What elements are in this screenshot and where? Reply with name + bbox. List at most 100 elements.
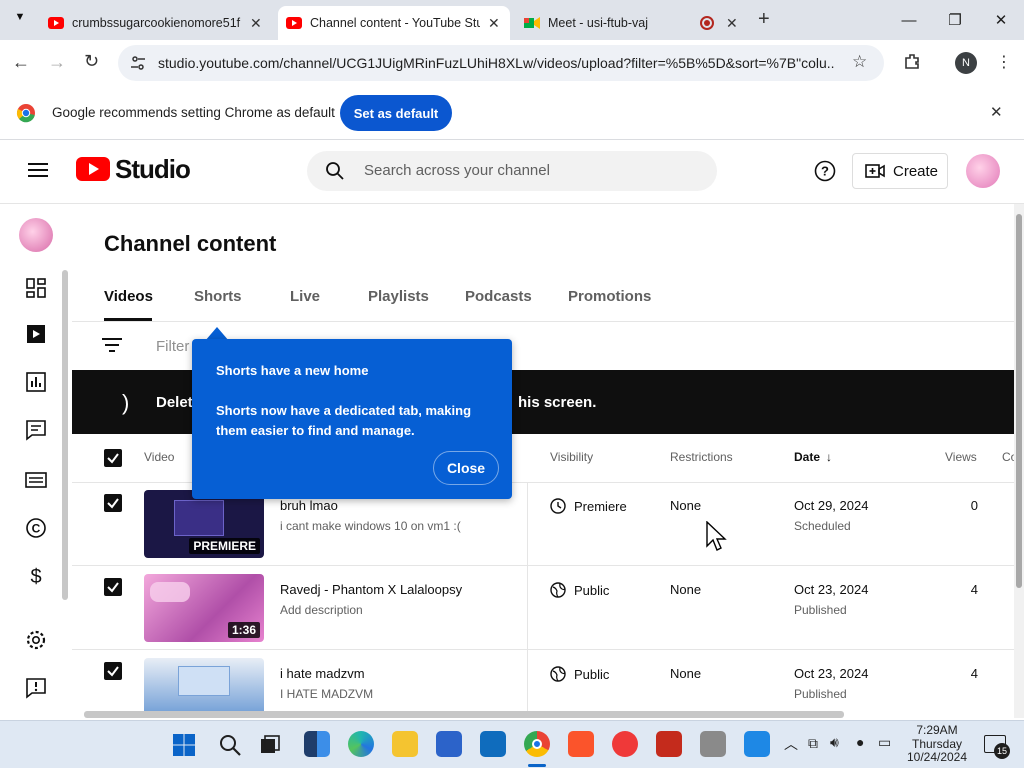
youtube-logo-icon[interactable] [76,157,110,181]
dashboard-icon[interactable] [24,276,48,300]
tab-meet[interactable]: Meet - usi-ftub-vaj ✕ [516,6,748,40]
forward-arrow-icon[interactable]: → [48,52,66,73]
network-icon[interactable]: ▭ [878,734,891,751]
file-explorer-icon[interactable] [392,731,418,757]
status-cell: Scheduled [794,519,851,533]
horizontal-scrollbar[interactable] [84,711,844,718]
search-input[interactable]: Search across your channel [364,162,550,179]
thumbnail-art [150,582,190,602]
set-as-default-button[interactable]: Set as default [340,95,452,131]
tab-playlists[interactable]: Playlists [368,288,429,305]
brave-browser-icon[interactable] [568,731,594,757]
taskbar-search-icon[interactable] [218,733,242,757]
address-bar[interactable]: studio.youtube.com/channel/UCG1JUigMRinF… [118,45,884,81]
reload-icon[interactable]: ↻ [84,51,99,72]
tab-gmail[interactable]: crumbssugarcookienomore51f ✕ [40,6,272,40]
page-scrollbar-thumb[interactable] [1016,214,1022,588]
tab-title: crumbssugarcookienomore51f [72,16,241,30]
minimize-icon[interactable]: — [886,0,932,40]
video-title[interactable]: bruh lmao [280,498,338,513]
news-app-icon[interactable] [656,731,682,757]
microphone-tray-icon[interactable]: ● [856,734,864,750]
site-info-icon[interactable] [130,55,146,71]
restrictions-cell: None [670,498,702,513]
help-icon[interactable]: ? [814,160,836,182]
views-cell: 4 [970,582,978,597]
tab-podcasts[interactable]: Podcasts [465,288,532,305]
active-app-indicator [528,764,546,767]
row-checkbox[interactable] [104,578,122,596]
tab-close-icon[interactable]: ✕ [726,15,738,32]
earn-dollar-icon[interactable]: $ [24,564,48,588]
microphone-app-icon[interactable] [700,731,726,757]
tooltip-title: Shorts have a new home [216,363,369,378]
copyright-icon[interactable]: C [24,516,48,540]
maximize-icon[interactable]: ❐ [932,0,978,40]
visibility-cell[interactable]: Public [550,666,609,682]
new-tab-plus-icon[interactable]: + [758,8,770,31]
microsoft-store-icon[interactable] [436,731,462,757]
row-checkbox[interactable] [104,662,122,680]
video-description: i cant make windows 10 on vm1 :( [280,519,461,533]
tray-chevron-up-icon[interactable]: ︿ [784,734,798,754]
bookmark-star-icon[interactable]: ☆ [852,52,867,72]
channel-avatar[interactable] [966,154,1000,188]
video-title[interactable]: Ravedj - Phantom X Lalaloopsy [280,582,462,597]
create-button[interactable]: Create [852,153,948,189]
edge-browser-icon[interactable] [348,731,374,757]
task-view-icon[interactable] [258,733,282,757]
tab-videos[interactable]: Videos [104,288,153,305]
col-comments: Co [1002,450,1014,464]
notifications-icon[interactable]: 15 [984,735,1010,759]
comments-icon[interactable] [24,418,48,442]
subtitles-icon[interactable] [24,468,48,492]
select-all-checkbox[interactable] [104,449,122,467]
chrome-menu-icon[interactable]: ⋮ [996,52,1012,72]
search-bar[interactable]: Search across your channel [307,151,717,191]
meet-favicon-icon [524,17,540,29]
video-thumbnail[interactable]: 1:36 [144,574,264,642]
rail-scrollbar[interactable] [62,270,68,600]
windows-start-icon[interactable] [172,733,196,757]
hamburger-menu-icon[interactable] [28,162,48,178]
back-arrow-icon[interactable]: ← [12,52,30,73]
tooltip-close-button[interactable]: Close [433,451,499,485]
col-date[interactable]: Date ↓ [794,450,832,464]
feedback-icon[interactable] [24,676,48,700]
vivaldi-browser-icon[interactable] [612,731,638,757]
video-thumbnail[interactable] [144,658,264,718]
tab-close-icon[interactable]: ✕ [488,15,500,32]
filter-icon[interactable] [102,337,122,353]
video-thumbnail[interactable]: PREMIERE [144,490,264,558]
table-row[interactable]: 1:36 Ravedj - Phantom X Lalaloopsy Add d… [72,566,1014,650]
content-icon[interactable] [24,322,48,346]
tab-shorts[interactable]: Shorts [194,288,242,305]
browser-tab-strip: ▼ crumbssugarcookienomore51f ✕ Channel c… [0,0,1024,40]
tab-channel-content[interactable]: Channel content - YouTube Stu ✕ [278,6,510,40]
chrome-taskbar-icon[interactable] [524,731,550,757]
outlook-icon[interactable] [480,731,506,757]
profile-avatar[interactable]: N [955,52,977,74]
settings-gear-icon[interactable] [24,628,48,652]
extensions-puzzle-icon[interactable] [902,52,922,72]
row-checkbox[interactable] [104,494,122,512]
video-title[interactable]: i hate madzvm [280,666,365,681]
tray-app-icon[interactable]: ⧉ [808,735,818,752]
infobar-close-icon[interactable]: ✕ [990,103,1003,121]
analytics-icon[interactable] [24,370,48,394]
visibility-cell[interactable]: Premiere [550,498,627,514]
tab-search-chevron-icon[interactable]: ▼ [10,11,30,29]
shorts-tooltip: Shorts have a new home Shorts now have a… [192,339,512,499]
clock-area[interactable]: 7:29AM Thursday 10/24/2024 [902,723,972,765]
tab-live[interactable]: Live [290,288,320,305]
tab-close-icon[interactable]: ✕ [250,15,262,32]
filter-input[interactable]: Filter [156,338,189,355]
window-close-icon[interactable]: ✕ [978,0,1024,40]
table-row[interactable]: i hate madzvm I HATE MADZVM Public None … [72,650,1014,718]
volume-icon[interactable]: 🔊︎ [830,734,839,751]
widgets-icon[interactable] [304,731,330,757]
virtual-machine-icon[interactable] [744,731,770,757]
tab-promotions[interactable]: Promotions [568,288,651,305]
channel-avatar-small[interactable] [19,218,53,252]
visibility-cell[interactable]: Public [550,582,609,598]
